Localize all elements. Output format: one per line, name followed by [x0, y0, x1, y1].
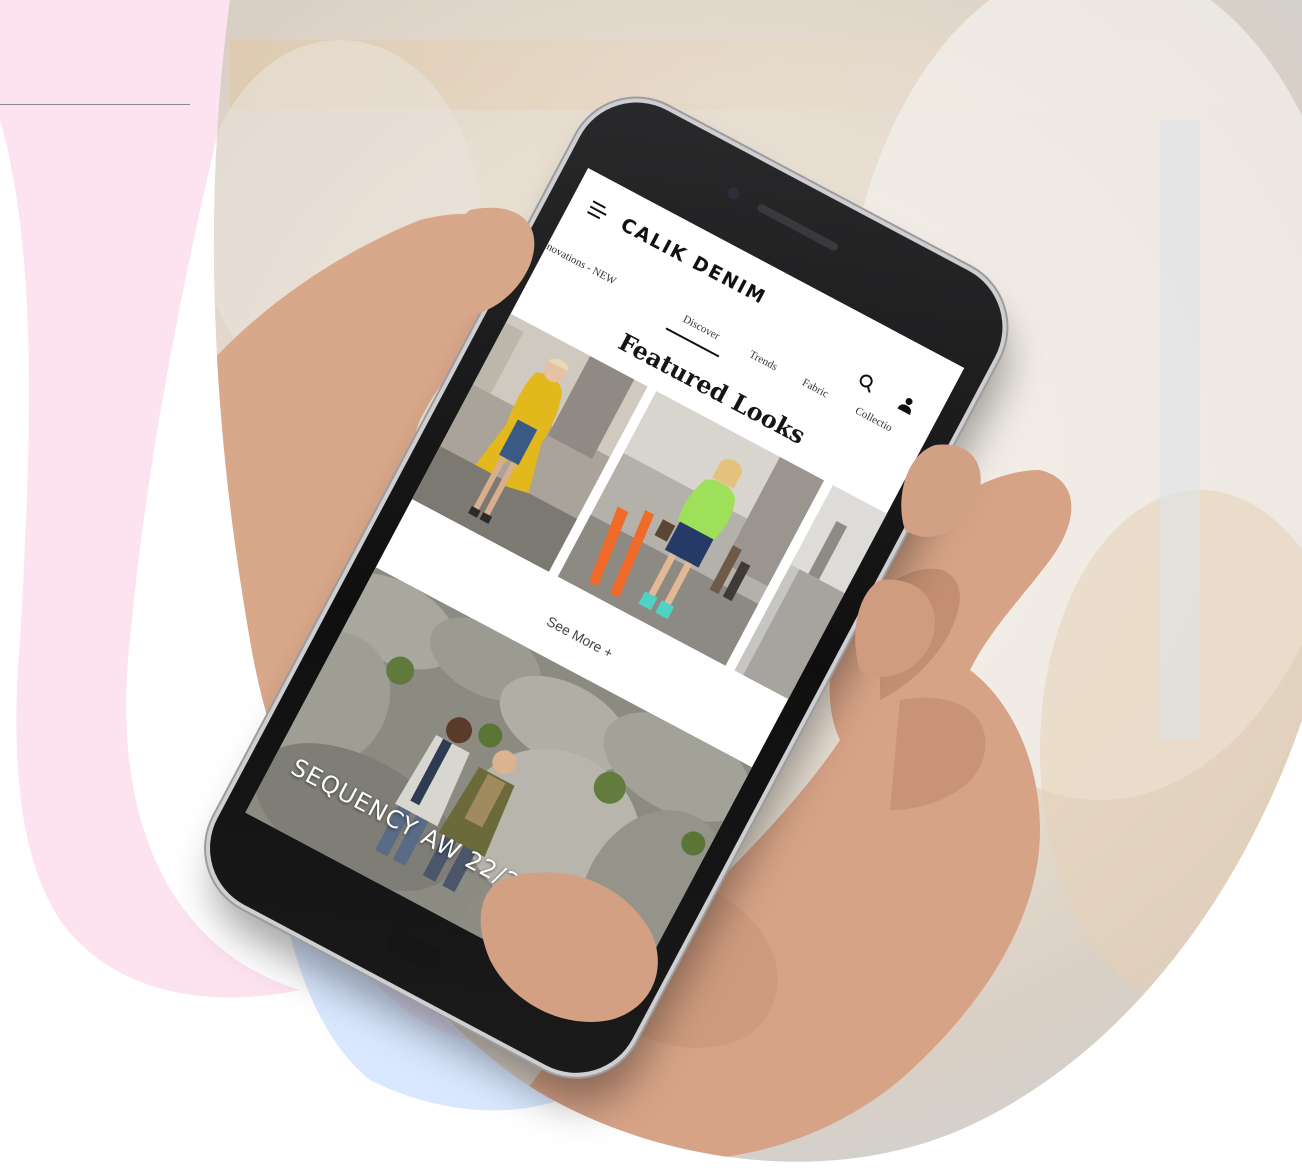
tab-collections[interactable]: Collectio	[853, 405, 894, 435]
tab-trends[interactable]: Trends	[747, 348, 779, 373]
search-icon[interactable]	[855, 371, 879, 395]
hamburger-menu-icon[interactable]	[586, 200, 611, 224]
stage: CALIK DENIM nologies & Innovations - NEW…	[0, 0, 1302, 1172]
decorative-rule	[0, 104, 190, 105]
tab-fabric[interactable]: Fabric	[800, 377, 830, 401]
user-account-icon[interactable]	[895, 392, 919, 416]
